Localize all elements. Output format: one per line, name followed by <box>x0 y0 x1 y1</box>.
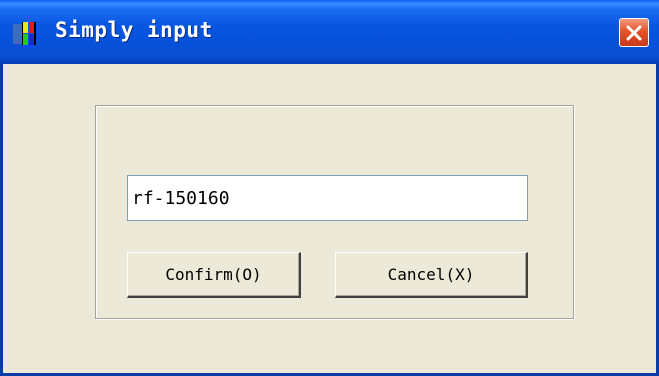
text-input-field[interactable] <box>127 175 528 221</box>
close-button[interactable] <box>619 18 649 47</box>
simply-input-dialog: Simply input Confirm(O) Cancel(X) <box>0 0 659 376</box>
window-title: Simply input <box>55 18 213 42</box>
title-bar[interactable]: Simply input <box>0 0 659 64</box>
app-window-icon <box>13 22 45 46</box>
close-icon <box>626 25 642 41</box>
cancel-button[interactable]: Cancel(X) <box>335 252 528 298</box>
confirm-button[interactable]: Confirm(O) <box>127 252 301 298</box>
